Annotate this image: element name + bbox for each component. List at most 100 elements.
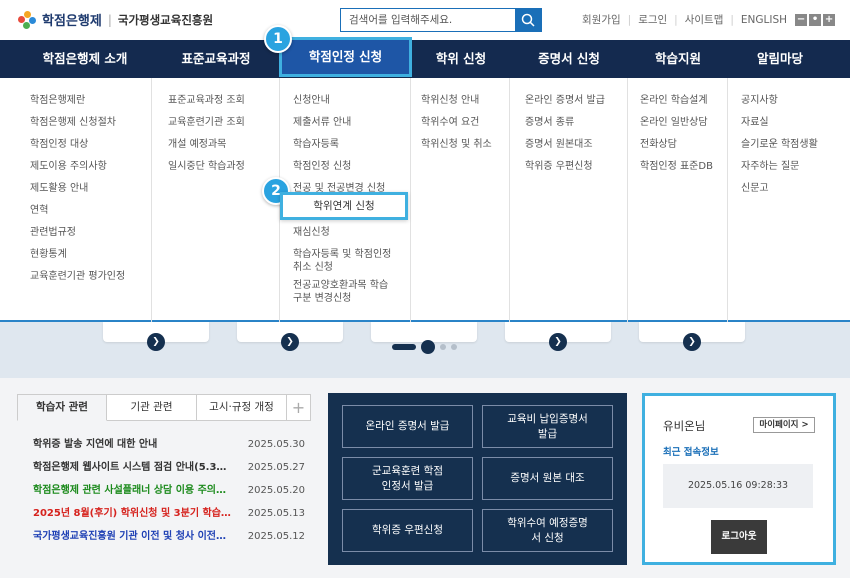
menu-link[interactable]: 온라인 증명서 발급 (525, 90, 627, 112)
menu-link[interactable]: 학습자등록 (293, 134, 410, 156)
english-link[interactable]: ENGLISH (741, 14, 787, 26)
expected-degree-button[interactable]: 학위수여 예정증명서 신청 (482, 509, 613, 552)
notice-row[interactable]: 학위증 발송 지연에 대한 안내 2025.05.30 (17, 433, 315, 456)
menu-link[interactable]: 개설 예정과목 (168, 134, 279, 156)
diploma-mail-button[interactable]: 학위증 우편신청 (342, 509, 473, 552)
arrow-right-icon[interactable]: ❯ (683, 333, 701, 351)
notice-title: 학점은행제 관련 사설플래너 상담 이용 주의… (33, 485, 227, 496)
user-name: 유비온님 (663, 419, 706, 433)
notice-board: 학습자 관련 기관 관련 고시·규정 개정 + 학위증 발송 지연에 대한 안내… (17, 394, 315, 564)
nav-standard-curriculum[interactable]: 표준교육과정 (152, 40, 280, 78)
menu-link[interactable]: 학점은행제란 (30, 90, 151, 112)
site-logo[interactable]: 학점은행제 | 국가평생교육진흥원 (18, 10, 213, 29)
nav-credit-recognition[interactable]: 학점인정 신청 (279, 37, 412, 77)
carousel-indicators (392, 340, 457, 354)
menu-link[interactable]: 학점인정 신청 (293, 156, 410, 178)
tuition-certificate-button[interactable]: 교육비 납입증명서 발급 (482, 405, 613, 448)
tab-regulation[interactable]: 고시·규정 개정 (197, 394, 287, 421)
menu-link[interactable]: 전공교양호환과목 학습구분 변경신청 (293, 279, 389, 305)
menu-link[interactable]: 교육훈련기관 조회 (168, 112, 279, 134)
mypage-button[interactable]: 마이페이지 > (753, 417, 815, 433)
logo-mark-icon (18, 10, 36, 29)
menu-link[interactable]: 슬기로운 학점생활 (741, 134, 832, 156)
pause-icon[interactable] (421, 340, 435, 354)
mega-col-certificates: 온라인 증명서 발급 증명서 종류 증명서 원본대조 학위증 우편신청 (510, 78, 628, 322)
arrow-right-icon[interactable]: ❯ (549, 333, 567, 351)
menu-link[interactable]: 공지사항 (741, 90, 832, 112)
mega-col-notices: 공지사항 자료실 슬기로운 학점생활 자주하는 질문 신문고 (728, 78, 832, 322)
search-input[interactable] (341, 9, 515, 31)
menu-link[interactable]: 학점인정 대상 (30, 134, 151, 156)
menu-link[interactable]: 학점인정 표준DB (640, 156, 727, 178)
menu-link[interactable]: 학위신청 및 취소 (421, 134, 509, 156)
notice-date: 2025.05.27 (247, 462, 305, 473)
online-certificate-button[interactable]: 온라인 증명서 발급 (342, 405, 473, 448)
notice-row[interactable]: 국가평생교육진흥원 기관 이전 및 청사 이전… 2025.05.12 (17, 525, 315, 548)
menu-link[interactable]: 신문고 (741, 178, 832, 200)
step-badge-1: 1 (264, 25, 292, 53)
notice-row[interactable]: 학점은행제 웹사이트 시스템 점검 안내(5.3… 2025.05.27 (17, 456, 315, 479)
notice-row[interactable]: 2025년 8월(후기) 학위신청 및 3분기 학습… 2025.05.13 (17, 502, 315, 525)
military-credit-button[interactable]: 군교육훈련 학점인정서 발급 (342, 457, 473, 500)
menu-link[interactable]: 제출서류 안내 (293, 112, 410, 134)
mega-col-intro: 학점은행제란 학점은행제 신청절차 학점인정 대상 제도이용 주의사항 제도활용… (18, 78, 152, 322)
menu-link[interactable]: 온라인 일반상담 (640, 112, 727, 134)
menu-link[interactable]: 학점은행제 신청절차 (30, 112, 151, 134)
search-icon (521, 13, 535, 27)
menu-link[interactable]: 교육훈련기관 평가인정 (30, 266, 151, 288)
nav-certificates[interactable]: 증명서 신청 (510, 40, 628, 78)
notice-row[interactable]: 학점은행제 관련 사설플래너 상담 이용 주의… 2025.05.20 (17, 479, 315, 502)
sitemap-link[interactable]: 사이트맵 (685, 12, 724, 27)
nav-intro[interactable]: 학점은행제 소개 (18, 40, 152, 78)
search-button[interactable] (515, 9, 541, 31)
menu-link[interactable]: 증명서 원본대조 (525, 134, 627, 156)
menu-link[interactable]: 제도활용 안내 (30, 178, 151, 200)
arrow-right-icon[interactable]: ❯ (147, 333, 165, 351)
tab-learner[interactable]: 학습자 관련 (17, 394, 107, 421)
menu-link[interactable]: 학위증 우편신청 (525, 156, 627, 178)
menu-link[interactable]: 일시중단 학습과정 (168, 156, 279, 178)
main-nav: 학점은행제 소개 표준교육과정 학점인정 신청 학위 신청 증명서 신청 학습지… (0, 37, 850, 78)
menu-link[interactable]: 자주하는 질문 (741, 156, 832, 178)
menu-link[interactable]: 학위수여 요건 (421, 112, 509, 134)
menu-link[interactable]: 연혁 (30, 200, 151, 222)
carousel-dot[interactable] (440, 344, 446, 350)
arrow-right-icon[interactable]: ❯ (281, 333, 299, 351)
original-verify-button[interactable]: 증명서 원본 대조 (482, 457, 613, 500)
notice-title: 국가평생교육진흥원 기관 이전 및 청사 이전… (33, 531, 227, 542)
menu-link[interactable]: 온라인 학습설계 (640, 90, 727, 112)
menu-link[interactable]: 신청안내 (293, 90, 410, 112)
nav-notices[interactable]: 알림마당 (728, 40, 832, 78)
zoom-in-button[interactable]: + (823, 13, 836, 26)
menu-link[interactable]: 표준교육과정 조회 (168, 90, 279, 112)
zoom-out-button[interactable]: − (795, 13, 808, 26)
bottom-section: 학습자 관련 기관 관련 고시·규정 개정 + 학위증 발송 지연에 대한 안내… (0, 378, 850, 578)
carousel-dot[interactable] (451, 344, 457, 350)
nav-degree-application[interactable]: 학위 신청 (412, 40, 510, 78)
menu-link[interactable]: 재심신청 (293, 222, 410, 244)
join-link[interactable]: 회원가입 (582, 12, 621, 27)
notice-date: 2025.05.30 (247, 439, 305, 450)
menu-link[interactable]: 증명서 종류 (525, 112, 627, 134)
menu-link[interactable]: 제도이용 주의사항 (30, 156, 151, 178)
notice-date: 2025.05.20 (247, 485, 305, 496)
zoom-reset-button[interactable]: • (809, 13, 822, 26)
recent-access-date: 2025.05.16 09:28:33 (663, 464, 813, 508)
mega-col-degree: 학위신청 안내 학위수여 요건 학위신청 및 취소 (411, 78, 510, 322)
login-panel: 유비온님 마이페이지 > 최근 접속정보 2025.05.16 09:28:33… (642, 393, 836, 565)
menu-link[interactable]: 학습자등록 및 학점인정 취소 신청 (293, 248, 401, 274)
carousel-active-indicator[interactable] (392, 344, 416, 350)
menu-link[interactable]: 전화상담 (640, 134, 727, 156)
nav-learning-support[interactable]: 학습지원 (628, 40, 728, 78)
menu-link[interactable]: 관련법규정 (30, 222, 151, 244)
degree-link-application-item[interactable]: 학위연계 신청 (280, 192, 408, 220)
menu-link[interactable]: 학위신청 안내 (421, 90, 509, 112)
login-link[interactable]: 로그인 (638, 12, 667, 27)
search-box (340, 8, 542, 32)
logout-button[interactable]: 로그아웃 (711, 520, 767, 554)
tab-institution[interactable]: 기관 관련 (107, 394, 197, 421)
more-notices-button[interactable]: + (287, 394, 311, 421)
menu-link[interactable]: 현황통계 (30, 244, 151, 266)
notice-title: 2025년 8월(후기) 학위신청 및 3분기 학습… (33, 508, 231, 519)
menu-link[interactable]: 자료실 (741, 112, 832, 134)
